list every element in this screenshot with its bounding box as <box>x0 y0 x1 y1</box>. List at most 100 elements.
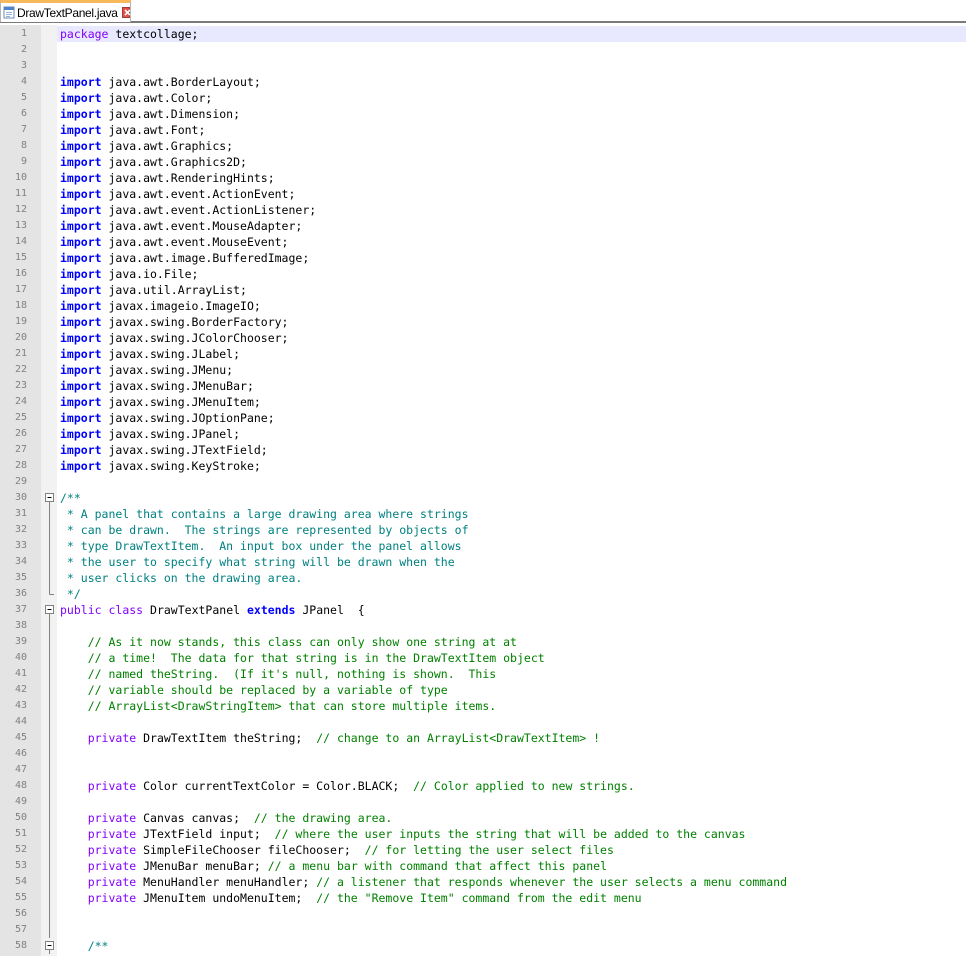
code-cell[interactable]: import javax.swing.KeyStroke; <box>57 458 966 474</box>
code-cell[interactable]: import java.awt.Graphics2D; <box>57 154 966 170</box>
code-cell[interactable] <box>57 906 966 922</box>
code-cell[interactable]: * user clicks on the drawing area. <box>57 570 966 586</box>
fold-toggle-icon[interactable] <box>44 490 55 506</box>
code-line[interactable]: 31 * A panel that contains a large drawi… <box>0 506 966 522</box>
code-cell[interactable]: */ <box>57 586 966 602</box>
code-line[interactable]: 51 private JTextField input; // where th… <box>0 826 966 842</box>
code-cell[interactable]: * type DrawTextItem. An input box under … <box>57 538 966 554</box>
code-cell[interactable]: import javax.swing.JPanel; <box>57 426 966 442</box>
code-line[interactable]: 13 import java.awt.event.MouseAdapter; <box>0 218 966 234</box>
code-editor[interactable]: 1 package textcollage; 2 3 4 import java.awt.… <box>0 25 966 956</box>
code-cell[interactable] <box>57 474 966 490</box>
code-cell[interactable] <box>57 794 966 810</box>
fold-toggle-icon[interactable] <box>44 938 55 954</box>
code-cell[interactable]: /** <box>57 490 966 506</box>
code-line[interactable]: 35 * user clicks on the drawing area. <box>0 570 966 586</box>
code-cell[interactable]: // variable should be replaced by a vari… <box>57 682 966 698</box>
code-line[interactable]: 22 import javax.swing.JMenu; <box>0 362 966 378</box>
code-line[interactable]: 6 import java.awt.Dimension; <box>0 106 966 122</box>
code-cell[interactable]: private Canvas canvas; // the drawing ar… <box>57 810 966 826</box>
code-cell[interactable]: import javax.swing.JLabel; <box>57 346 966 362</box>
code-line[interactable]: 54 private MenuHandler menuHandler; // a… <box>0 874 966 890</box>
code-cell[interactable]: // As it now stands, this class can only… <box>57 634 966 650</box>
code-line[interactable]: 10 import java.awt.RenderingHints; <box>0 170 966 186</box>
close-icon[interactable] <box>121 7 131 18</box>
code-line[interactable]: 42 // variable should be replaced by a v… <box>0 682 966 698</box>
code-cell[interactable]: * the user to specify what string will b… <box>57 554 966 570</box>
code-line[interactable]: 56 <box>0 906 966 922</box>
code-line[interactable]: 33 * type DrawTextItem. An input box und… <box>0 538 966 554</box>
code-line[interactable]: 34 * the user to specify what string wil… <box>0 554 966 570</box>
code-cell[interactable]: import java.awt.Color; <box>57 90 966 106</box>
tab-drawtextpanel[interactable]: DrawTextPanel.java <box>0 0 131 22</box>
code-line[interactable]: 30 /** <box>0 490 966 506</box>
code-cell[interactable]: import javax.imageio.ImageIO; <box>57 298 966 314</box>
code-line[interactable]: 39 // As it now stands, this class can o… <box>0 634 966 650</box>
code-cell[interactable]: import javax.swing.JTextField; <box>57 442 966 458</box>
code-line[interactable]: 40 // a time! The data for that string i… <box>0 650 966 666</box>
code-cell[interactable]: import javax.swing.JMenuItem; <box>57 394 966 410</box>
code-line[interactable]: 32 * can be drawn. The strings are repre… <box>0 522 966 538</box>
code-cell[interactable]: import javax.swing.BorderFactory; <box>57 314 966 330</box>
code-cell[interactable] <box>57 714 966 730</box>
code-cell[interactable]: private JTextField input; // where the u… <box>57 826 966 842</box>
code-cell[interactable]: import java.io.File; <box>57 266 966 282</box>
code-cell[interactable]: import java.awt.event.ActionListener; <box>57 202 966 218</box>
code-line[interactable]: 37 public class DrawTextPanel extends JPa… <box>0 602 966 618</box>
code-line[interactable]: 17 import java.util.ArrayList; <box>0 282 966 298</box>
code-cell[interactable]: private SimpleFileChooser fileChooser; /… <box>57 842 966 858</box>
code-cell[interactable]: * can be drawn. The strings are represen… <box>57 522 966 538</box>
code-cell[interactable]: // ArrayList<DrawStringItem> that can st… <box>57 698 966 714</box>
code-cell[interactable]: import java.awt.event.MouseAdapter; <box>57 218 966 234</box>
code-line[interactable]: 5 import java.awt.Color; <box>0 90 966 106</box>
code-cell[interactable] <box>57 746 966 762</box>
code-cell[interactable]: import java.awt.BorderLayout; <box>57 74 966 90</box>
code-cell[interactable]: public class DrawTextPanel extends JPane… <box>57 602 966 618</box>
code-line[interactable]: 43 // ArrayList<DrawStringItem> that can… <box>0 698 966 714</box>
code-line[interactable]: 44 <box>0 714 966 730</box>
code-line[interactable]: 14 import java.awt.event.MouseEvent; <box>0 234 966 250</box>
code-cell[interactable]: import java.awt.Graphics; <box>57 138 966 154</box>
code-line[interactable]: 7 import java.awt.Font; <box>0 122 966 138</box>
code-cell[interactable]: import java.awt.event.ActionEvent; <box>57 186 966 202</box>
code-cell[interactable]: private DrawTextItem theString; // chang… <box>57 730 966 746</box>
code-cell[interactable]: import javax.swing.JMenu; <box>57 362 966 378</box>
code-line[interactable]: 53 private JMenuBar menuBar; // a menu b… <box>0 858 966 874</box>
code-line[interactable]: 15 import java.awt.image.BufferedImage; <box>0 250 966 266</box>
code-cell[interactable]: import java.awt.Font; <box>57 122 966 138</box>
code-line[interactable]: 52 private SimpleFileChooser fileChooser… <box>0 842 966 858</box>
code-line[interactable]: 55 private JMenuItem undoMenuItem; // th… <box>0 890 966 906</box>
code-cell[interactable] <box>57 42 966 58</box>
code-line[interactable]: 9 import java.awt.Graphics2D; <box>0 154 966 170</box>
code-line[interactable]: 8 import java.awt.Graphics; <box>0 138 966 154</box>
code-cell[interactable] <box>57 618 966 634</box>
code-cell[interactable]: import javax.swing.JColorChooser; <box>57 330 966 346</box>
code-cell[interactable]: private JMenuItem undoMenuItem; // the "… <box>57 890 966 906</box>
code-cell[interactable] <box>57 58 966 74</box>
code-cell[interactable]: /** <box>57 938 966 954</box>
code-cell[interactable]: // named theString. (If it's null, nothi… <box>57 666 966 682</box>
code-line[interactable]: 16 import java.io.File; <box>0 266 966 282</box>
code-cell[interactable] <box>57 762 966 778</box>
code-line[interactable]: 26 import javax.swing.JPanel; <box>0 426 966 442</box>
code-cell[interactable]: import java.awt.event.MouseEvent; <box>57 234 966 250</box>
code-cell[interactable]: import java.awt.Dimension; <box>57 106 966 122</box>
code-cell[interactable] <box>57 922 966 938</box>
code-line[interactable]: 36 */ <box>0 586 966 602</box>
code-cell[interactable]: import java.awt.RenderingHints; <box>57 170 966 186</box>
code-cell[interactable]: package textcollage; <box>57 26 966 42</box>
code-line[interactable]: 29 <box>0 474 966 490</box>
code-line[interactable]: 23 import javax.swing.JMenuBar; <box>0 378 966 394</box>
code-line[interactable]: 46 <box>0 746 966 762</box>
code-line[interactable]: 21 import javax.swing.JLabel; <box>0 346 966 362</box>
code-line[interactable]: 20 import javax.swing.JColorChooser; <box>0 330 966 346</box>
code-cell[interactable]: import java.util.ArrayList; <box>57 282 966 298</box>
code-line[interactable]: 24 import javax.swing.JMenuItem; <box>0 394 966 410</box>
code-line[interactable]: 4 import java.awt.BorderLayout; <box>0 74 966 90</box>
code-line[interactable]: 19 import javax.swing.BorderFactory; <box>0 314 966 330</box>
code-line[interactable]: 38 <box>0 618 966 634</box>
code-cell[interactable]: // a time! The data for that string is i… <box>57 650 966 666</box>
code-line[interactable]: 27 import javax.swing.JTextField; <box>0 442 966 458</box>
code-line[interactable]: 45 private DrawTextItem theString; // ch… <box>0 730 966 746</box>
code-line[interactable]: 18 import javax.imageio.ImageIO; <box>0 298 966 314</box>
